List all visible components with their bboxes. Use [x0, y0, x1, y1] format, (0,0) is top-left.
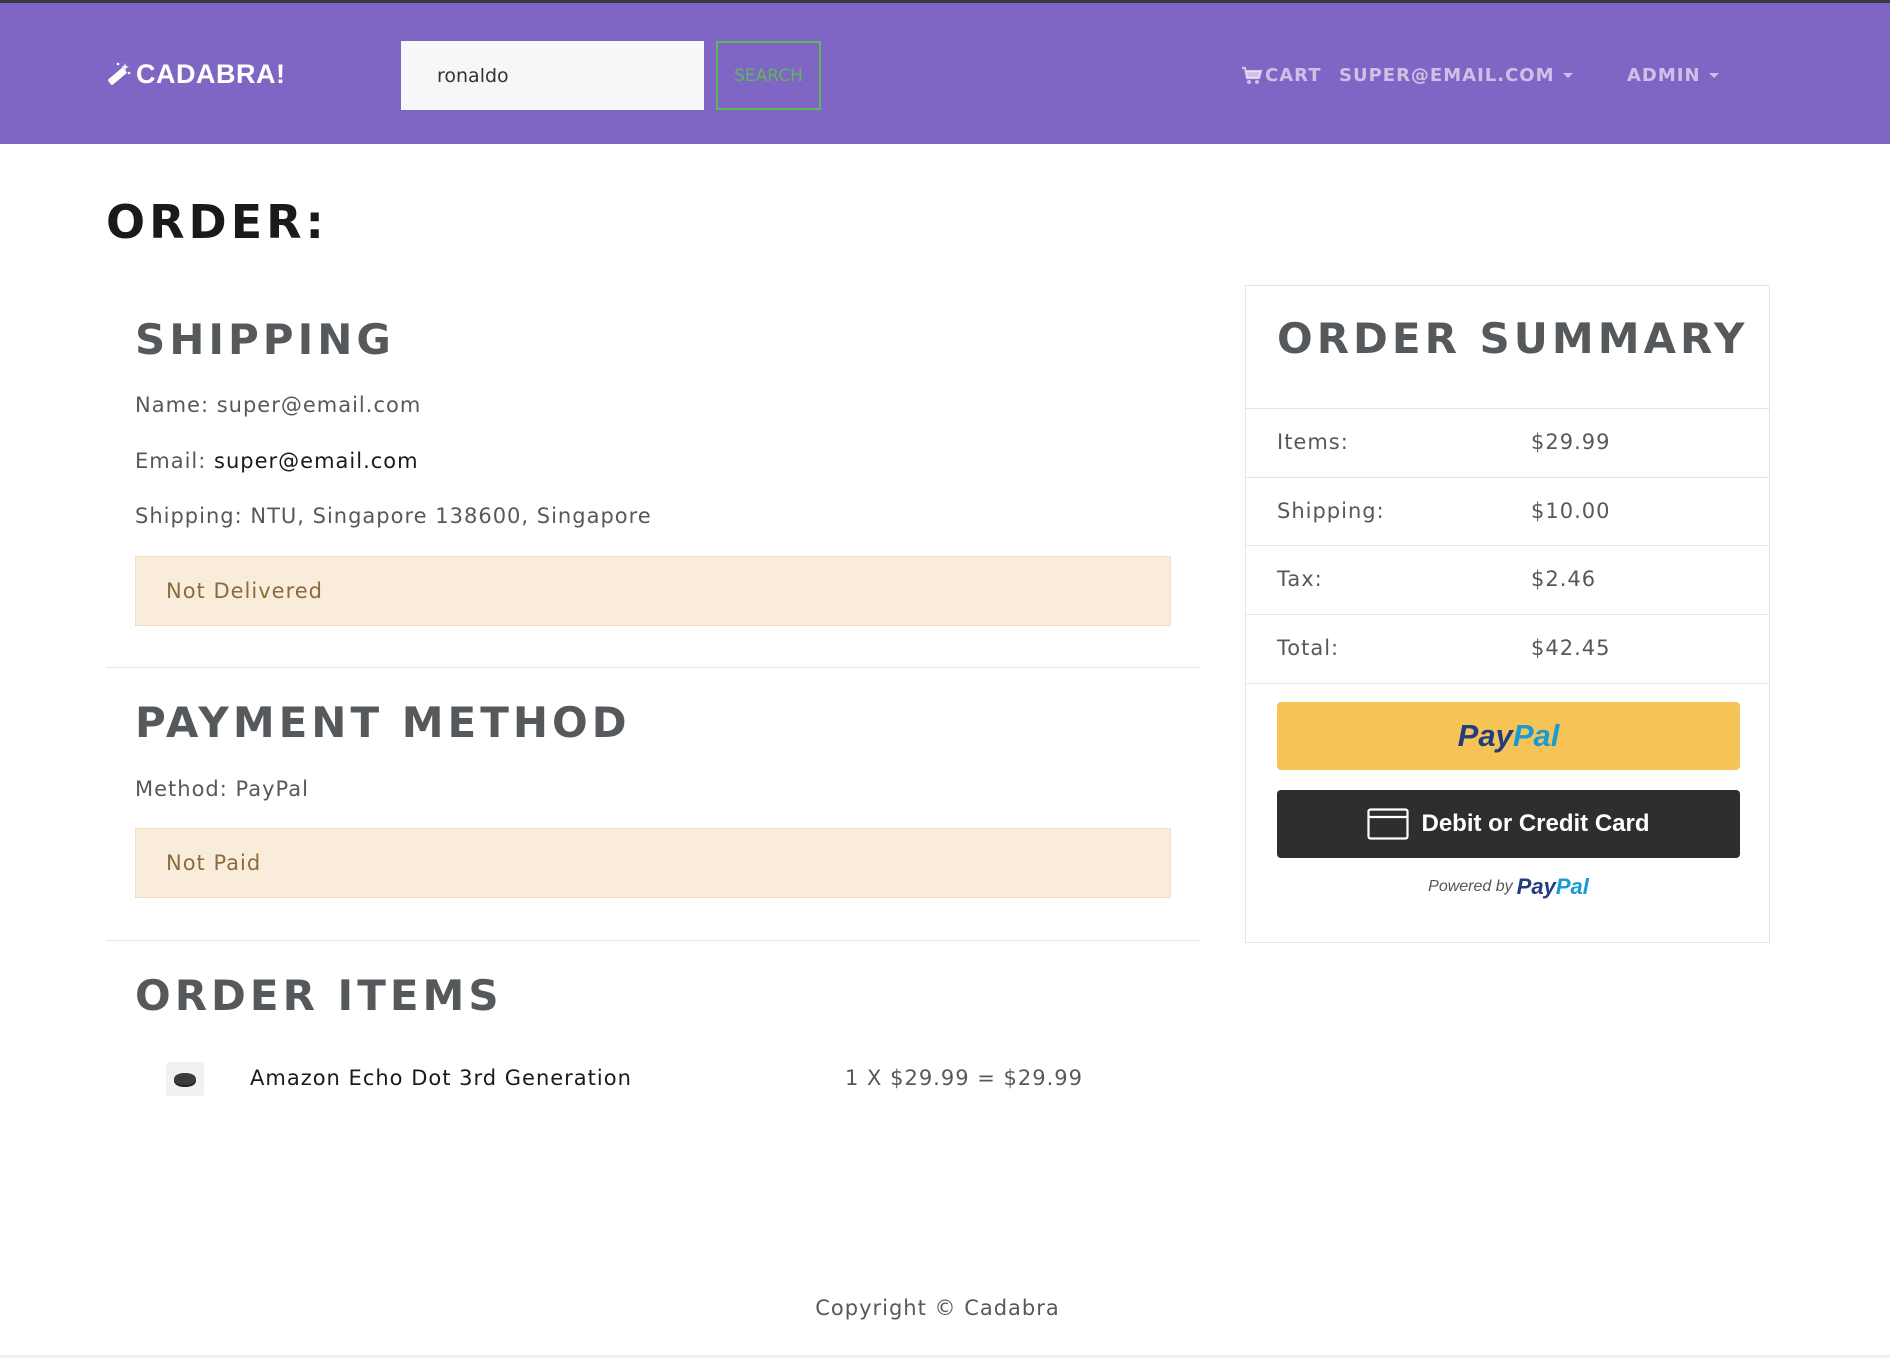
shipping-email-link[interactable]: super@email.com: [214, 449, 419, 473]
summary-divider: [1246, 683, 1769, 684]
summary-tax-value: $2.46: [1531, 567, 1597, 591]
nav-admin-label: ADMIN: [1627, 65, 1701, 86]
caret-down-icon: [1708, 73, 1719, 78]
magic-wand-icon: [108, 62, 131, 85]
summary-items-label: Items:: [1277, 430, 1349, 454]
search-button[interactable]: SEARCH: [716, 41, 821, 110]
credit-card-icon: [1367, 808, 1410, 840]
top-navbar: CADABRA! ronaldo SEARCH CART SUPER@EMAIL…: [0, 3, 1890, 144]
card-button-label: Debit or Credit Card: [1421, 810, 1650, 837]
shipping-name-value: super@email.com: [216, 393, 422, 417]
payment-status-text: Not Paid: [166, 851, 262, 875]
shipping-address-label: Shipping:: [135, 504, 243, 528]
shipping-email-line: Email: super@email.com: [135, 449, 419, 473]
nav-user-label: SUPER@EMAIL.COM: [1339, 65, 1555, 86]
summary-items-value: $29.99: [1531, 430, 1611, 454]
summary-tax-label: Tax:: [1277, 567, 1323, 591]
debit-credit-card-button[interactable]: Debit or Credit Card: [1277, 790, 1740, 858]
nav-cart-link[interactable]: CART: [1241, 65, 1321, 86]
summary-shipping-value: $10.00: [1531, 499, 1611, 523]
summary-row-shipping: Shipping: $10.00: [1246, 477, 1769, 546]
shipping-heading: SHIPPING: [135, 315, 395, 364]
order-item-calculation: 1 X $29.99 = $29.99: [845, 1066, 1084, 1090]
summary-shipping-label: Shipping:: [1277, 499, 1385, 523]
powered-by-paypal: Powered by PayPal: [1277, 874, 1740, 900]
order-item-name-link[interactable]: Amazon Echo Dot 3rd Generation: [250, 1066, 632, 1090]
summary-row-tax: Tax: $2.46: [1246, 545, 1769, 614]
shopping-cart-icon: [1242, 66, 1263, 84]
search-input[interactable]: ronaldo: [401, 41, 704, 110]
payment-heading: PAYMENT METHOD: [135, 698, 631, 747]
summary-row-items: Items: $29.99: [1246, 408, 1769, 477]
nav-user-dropdown[interactable]: SUPER@EMAIL.COM: [1339, 65, 1573, 86]
shipping-address-line: Shipping: NTU, Singapore 138600, Singapo…: [135, 504, 652, 528]
order-summary-heading: ORDER SUMMARY: [1277, 314, 1749, 363]
shipping-email-label: Email:: [135, 449, 207, 473]
echo-dot-image: [174, 1073, 196, 1085]
payment-method-label: Method:: [135, 777, 228, 801]
shipping-name-line: Name: super@email.com: [135, 393, 421, 417]
summary-total-value: $42.45: [1531, 636, 1611, 660]
caret-down-icon: [1562, 73, 1573, 78]
summary-row-total: Total: $42.45: [1246, 614, 1769, 683]
powered-logo-pal: Pal: [1555, 874, 1589, 899]
summary-total-label: Total:: [1277, 636, 1340, 660]
payment-method-value: PayPal: [235, 777, 309, 801]
paypal-logo-pay: Pay: [1457, 718, 1513, 753]
product-thumbnail: [166, 1062, 204, 1096]
footer-copyright: Copyright © Cadabra: [815, 1296, 1060, 1320]
search-input-value: ronaldo: [437, 64, 509, 87]
powered-by-paypal-logo: PayPal: [1517, 874, 1589, 900]
delivery-status-text: Not Delivered: [166, 579, 323, 603]
paypal-logo-pal: Pal: [1512, 718, 1560, 753]
order-items-heading: ORDER ITEMS: [135, 971, 503, 1020]
shipping-address-value: NTU, Singapore 138600, Singapore: [250, 504, 652, 528]
payment-status-alert: Not Paid: [135, 828, 1171, 898]
paypal-button[interactable]: Pay Pal: [1277, 702, 1740, 770]
section-divider: [106, 940, 1201, 941]
page-title: ORDER:: [106, 195, 328, 249]
delivery-status-alert: Not Delivered: [135, 556, 1171, 626]
brand-name: CADABRA!: [136, 59, 286, 89]
section-divider: [106, 667, 1201, 668]
powered-by-text: Powered by: [1428, 878, 1513, 895]
powered-logo-pay: Pay: [1516, 874, 1556, 899]
payment-method-line: Method: PayPal: [135, 777, 309, 801]
nav-cart-label: CART: [1265, 65, 1322, 86]
shipping-name-label: Name:: [135, 393, 210, 417]
order-summary-card: ORDER SUMMARY Items: $29.99 Shipping: $1…: [1245, 285, 1770, 943]
brand-logo[interactable]: CADABRA!: [104, 59, 285, 90]
nav-admin-dropdown[interactable]: ADMIN: [1627, 65, 1719, 86]
